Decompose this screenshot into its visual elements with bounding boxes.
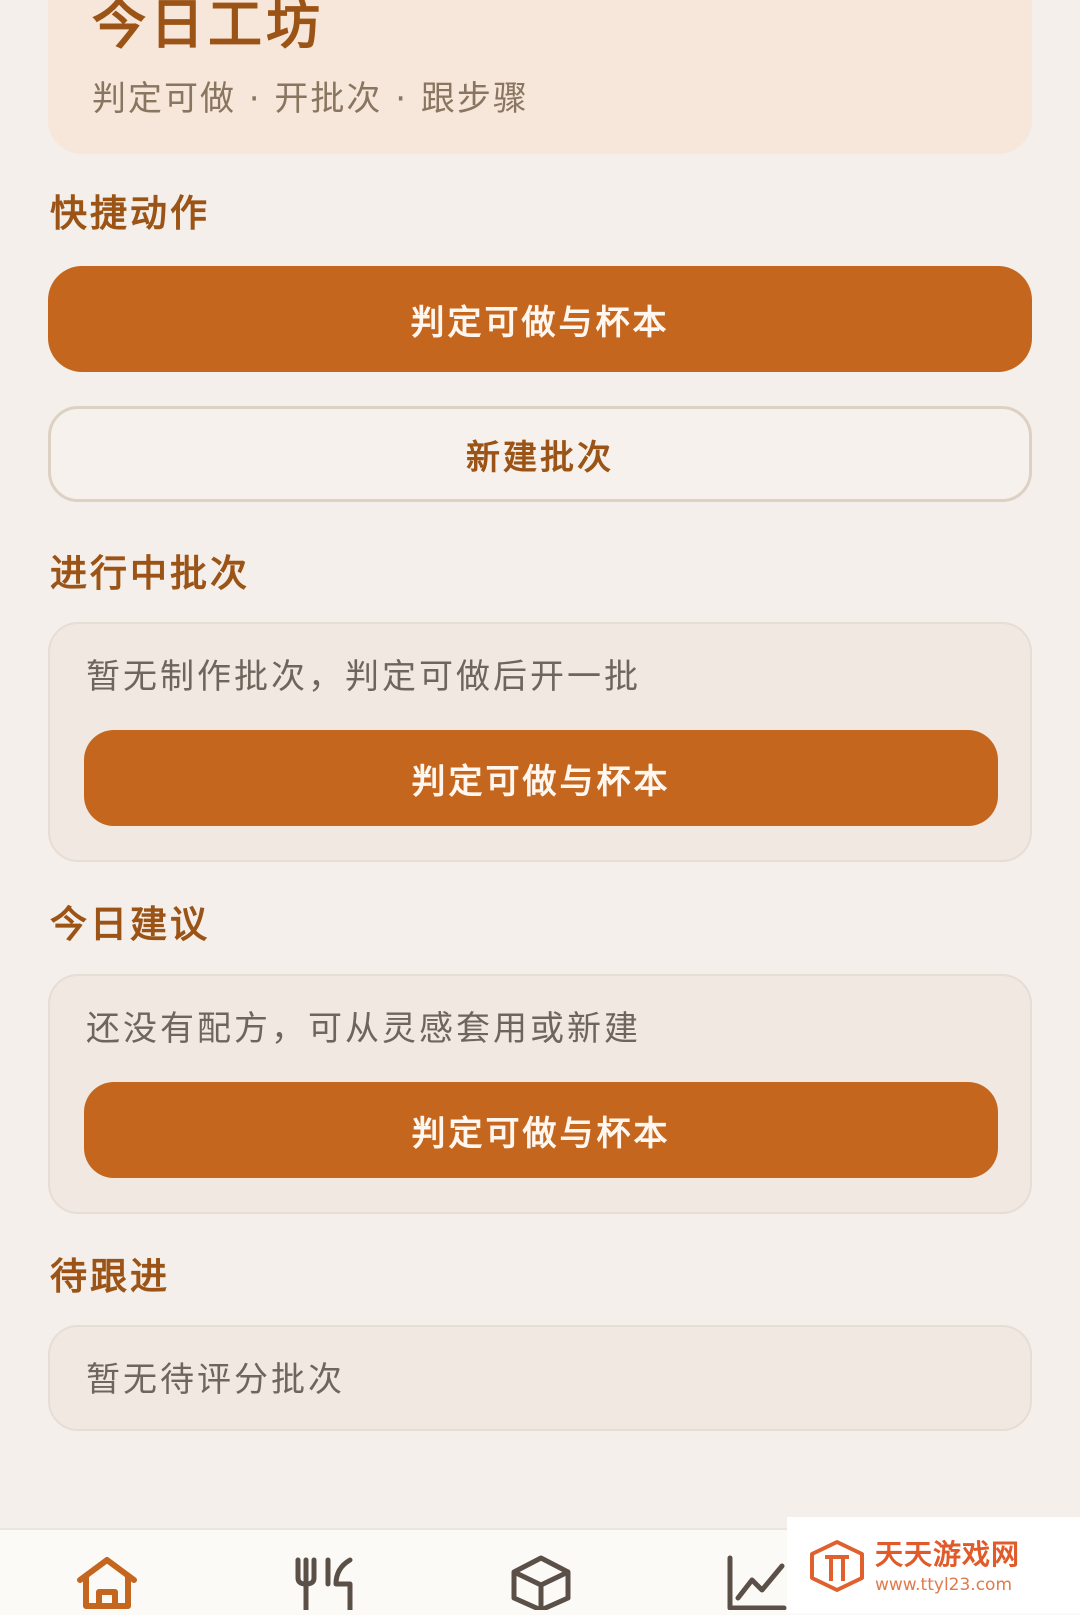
watermark-url: www.ttyl23.com <box>875 1575 1013 1595</box>
quick-actions-title: 快捷动作 <box>50 192 210 235</box>
box-icon <box>511 1555 571 1610</box>
site-watermark: 天天游戏网 www.ttyl23.com <box>787 1517 1080 1613</box>
judge-feasible-button[interactable]: 判定可做与杯本 <box>48 266 1032 372</box>
home-icon <box>77 1557 137 1609</box>
in-progress-judge-button[interactable]: 判定可做与杯本 <box>84 730 998 826</box>
nav-recipes[interactable] <box>292 1554 362 1615</box>
suggestions-title: 今日建议 <box>50 903 210 946</box>
follow-up-card: 暂无待评分批次 <box>48 1325 1032 1431</box>
new-batch-button[interactable]: 新建批次 <box>48 406 1032 502</box>
page-title: 今日工坊 <box>92 0 324 56</box>
nav-inventory[interactable] <box>508 1554 578 1615</box>
nav-stats[interactable] <box>724 1554 794 1615</box>
in-progress-title: 进行中批次 <box>50 552 250 595</box>
in-progress-empty-text: 暂无制作批次，判定可做后开一批 <box>86 657 641 697</box>
watermark-logo-icon <box>810 1540 864 1592</box>
suggestions-judge-button[interactable]: 判定可做与杯本 <box>84 1082 998 1178</box>
chart-icon <box>727 1555 787 1610</box>
in-progress-card: 暂无制作批次，判定可做后开一批 判定可做与杯本 <box>48 622 1032 862</box>
hero-card: 今日工坊 判定可做 · 开批次 · 跟步骤 <box>48 0 1032 154</box>
suggestions-card: 还没有配方，可从灵感套用或新建 判定可做与杯本 <box>48 974 1032 1214</box>
page-subtitle: 判定可做 · 开批次 · 跟步骤 <box>92 79 529 119</box>
watermark-name: 天天游戏网 <box>875 1538 1021 1571</box>
follow-up-empty-text: 暂无待评分批次 <box>86 1360 345 1400</box>
follow-up-title: 待跟进 <box>50 1255 170 1298</box>
fork-knife-icon <box>295 1557 353 1610</box>
suggestions-empty-text: 还没有配方，可从灵感套用或新建 <box>86 1009 641 1049</box>
nav-home[interactable] <box>74 1554 144 1615</box>
